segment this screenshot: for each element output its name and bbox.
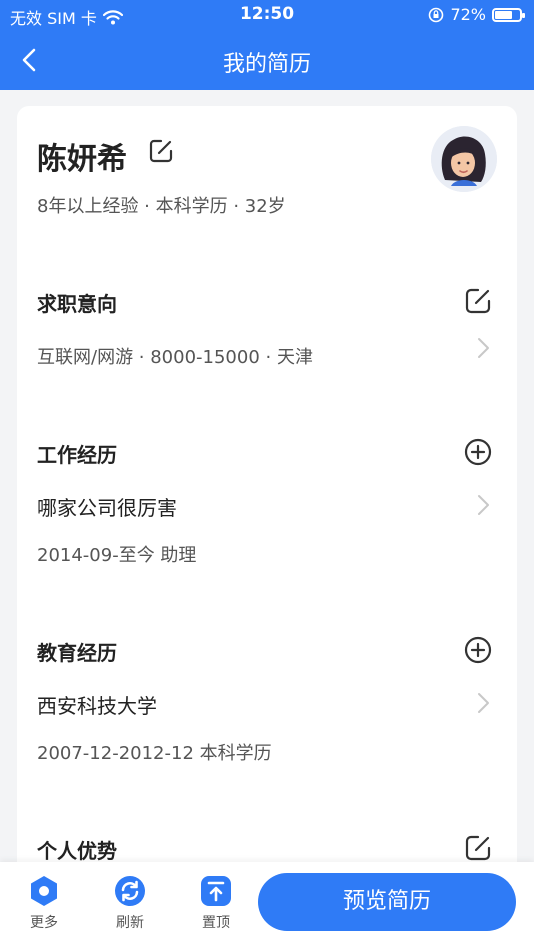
profile-meta: 8年以上经验 · 本科学历 · 32岁	[37, 196, 286, 217]
chevron-right-icon[interactable]	[473, 690, 493, 716]
job-intent-title: 求职意向	[37, 292, 117, 316]
bottom-bar: 更多 刷新 置顶 预览简历	[0, 862, 534, 950]
profile-name: 陈妍希	[37, 142, 127, 177]
battery-percent: 72%	[450, 5, 486, 24]
pin-to-top-icon	[201, 876, 231, 906]
pin-top-tab[interactable]: 置顶	[186, 874, 246, 932]
chevron-right-icon[interactable]	[473, 335, 493, 361]
refresh-tab[interactable]: 刷新	[100, 874, 160, 932]
preview-resume-button[interactable]: 预览简历	[258, 873, 516, 931]
edit-name-icon[interactable]	[147, 137, 175, 165]
work-experience-title: 工作经历	[37, 443, 117, 467]
education-title: 教育经历	[37, 641, 117, 665]
top-header: 无效 SIM 卡 12:50 72% 我的简历	[0, 0, 534, 90]
more-label: 更多	[30, 915, 58, 931]
more-tab[interactable]: 更多	[14, 874, 74, 932]
add-education-icon[interactable]	[463, 635, 493, 665]
battery-level	[495, 10, 513, 19]
education-detail: 2007-12-2012-12 本科学历	[37, 743, 272, 764]
advantages-title: 个人优势	[37, 839, 117, 863]
education-school[interactable]: 西安科技大学	[37, 690, 157, 719]
refresh-label: 刷新	[116, 915, 144, 931]
avatar[interactable]	[431, 126, 497, 192]
refresh-icon	[115, 876, 145, 906]
add-work-experience-icon[interactable]	[463, 437, 493, 467]
orientation-lock-icon	[429, 7, 444, 22]
resume-card: 陈妍希 8年以上经验 · 本科学历 · 32岁 求职意向 互联网/网游 · 80…	[17, 106, 517, 906]
chevron-right-icon[interactable]	[473, 492, 493, 518]
avatar-portrait-icon	[431, 126, 497, 192]
status-bar: 无效 SIM 卡 12:50 72%	[0, 0, 534, 30]
more-icon	[31, 876, 57, 906]
edit-job-intent-icon[interactable]	[463, 286, 493, 316]
edit-advantages-icon[interactable]	[463, 833, 493, 863]
nav-bar: 我的简历	[0, 30, 534, 90]
battery-icon	[492, 7, 525, 22]
job-intent-summary[interactable]: 互联网/网游 · 8000-15000 · 天津	[37, 343, 313, 369]
pin-top-label: 置顶	[202, 915, 230, 931]
work-company[interactable]: 哪家公司很厉害	[37, 492, 177, 521]
page-title: 我的简历	[222, 52, 311, 77]
work-detail: 2014-09-至今 助理	[37, 545, 197, 566]
status-right: 72%	[428, 5, 525, 24]
